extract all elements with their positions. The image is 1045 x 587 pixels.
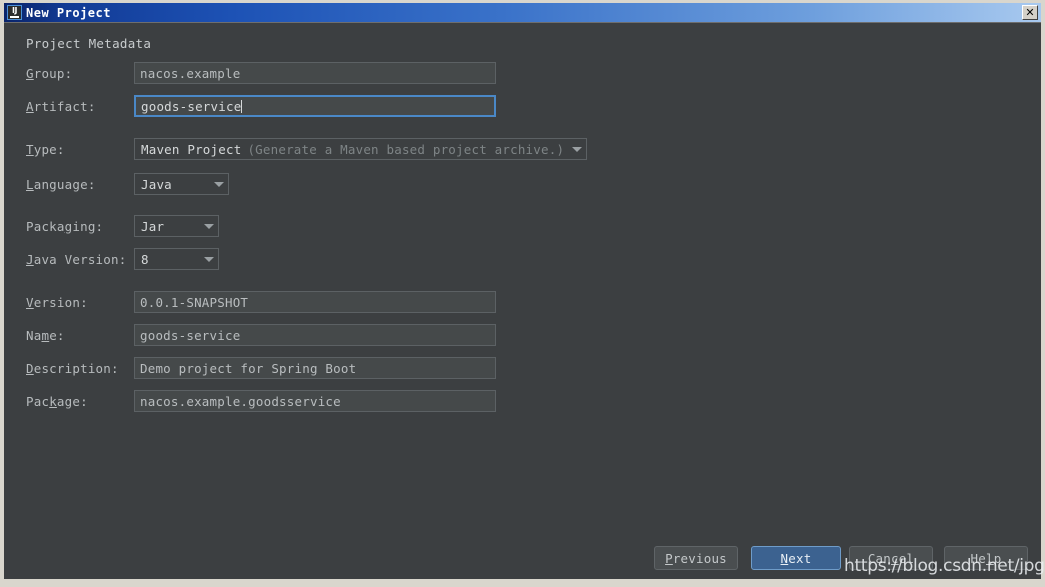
title-bar: IJ New Project ✕: [4, 3, 1041, 22]
label-java-version-mnemonic: J: [26, 251, 34, 267]
description-input[interactable]: Demo project for Spring Boot: [134, 357, 496, 379]
artifact-input-value: goods-service: [141, 98, 242, 114]
help-button-mnemonic: l: [985, 550, 994, 566]
label-package-mnemonic: k: [49, 393, 57, 409]
chevron-down-icon: [214, 181, 224, 187]
previous-button-label: revious: [672, 550, 727, 566]
previous-button-mnemonic: P: [665, 550, 673, 566]
label-artifact-mnemonic: A: [26, 98, 34, 114]
previous-button[interactable]: Previous: [654, 546, 738, 570]
java-version-dropdown-value: 8: [141, 251, 149, 267]
artifact-input[interactable]: goods-service: [134, 95, 496, 117]
dialog-button-bar: Previous Next Can c el He l p: [4, 542, 1041, 579]
label-package-rest: age:: [56, 393, 88, 409]
version-input-value: 0.0.1-SNAPSHOT: [140, 294, 249, 310]
chevron-down-icon: [572, 146, 582, 152]
cancel-button[interactable]: Can c el: [849, 546, 933, 570]
label-language-mnemonic: L: [26, 176, 34, 192]
page-title: Project Metadata: [26, 36, 152, 51]
label-artifact: Artifact:: [26, 99, 134, 114]
type-dropdown-value: Maven Project: [141, 141, 242, 157]
field-row-type: Type: Maven Project (Generate a Maven ba…: [26, 138, 587, 160]
text-caret: [241, 99, 243, 113]
field-row-description: Description: Demo project for Spring Boo…: [26, 357, 496, 379]
field-row-packaging: Packaging: Jar: [26, 215, 219, 237]
field-row-group: Group: nacos.example: [26, 62, 496, 84]
label-version-rest: ersion:: [33, 294, 88, 310]
field-row-package: Package: nacos.example.goodsservice: [26, 390, 496, 412]
intellij-idea-icon-bar: [10, 16, 19, 18]
cancel-button-label: el: [898, 550, 915, 566]
label-packaging-pre: Packa: [26, 218, 65, 234]
description-input-value: Demo project for Spring Boot: [140, 360, 357, 376]
dialog-content-panel: Project Metadata Group: nacos.example Ar…: [4, 22, 1041, 579]
packaging-dropdown[interactable]: Jar: [134, 215, 219, 237]
label-java-version-rest: ava Version:: [33, 251, 127, 267]
version-input[interactable]: 0.0.1-SNAPSHOT: [134, 291, 496, 313]
field-row-artifact: Artifact: goods-service: [26, 95, 496, 117]
language-dropdown[interactable]: Java: [134, 173, 229, 195]
cancel-button-mnemonic: c: [891, 550, 899, 566]
label-packaging: Packaging:: [26, 219, 134, 234]
intellij-idea-icon-letters: IJ: [12, 6, 17, 15]
label-type-rest: ype:: [33, 141, 65, 157]
label-packaging-rest: ing:: [72, 218, 104, 234]
type-dropdown-hint: (Generate a Maven based project archive.…: [247, 141, 565, 157]
packaging-dropdown-value: Jar: [141, 218, 165, 234]
label-group: Group:: [26, 66, 134, 81]
close-icon: ✕: [1025, 6, 1035, 19]
label-name-pre: Na: [26, 327, 42, 343]
label-description-rest: escription:: [33, 360, 119, 376]
window-title: New Project: [26, 5, 111, 20]
package-input-value: nacos.example.goodsservice: [140, 393, 341, 409]
language-dropdown-value: Java: [141, 176, 172, 192]
group-input-value: nacos.example: [140, 65, 241, 81]
chevron-down-icon: [204, 256, 214, 262]
package-input[interactable]: nacos.example.goodsservice: [134, 390, 496, 412]
label-java-version: Java Version:: [26, 252, 134, 267]
new-project-dialog-window: IJ New Project ✕ Project Metadata Group:…: [0, 0, 1045, 587]
chevron-down-icon: [204, 223, 214, 229]
help-button-pre: He: [970, 550, 986, 566]
field-row-version: Version: 0.0.1-SNAPSHOT: [26, 291, 496, 313]
label-group-rest: roup:: [33, 65, 73, 81]
type-dropdown[interactable]: Maven Project (Generate a Maven based pr…: [134, 138, 587, 160]
next-button[interactable]: Next: [751, 546, 841, 570]
label-type-mnemonic: T: [26, 141, 34, 157]
label-language: Language:: [26, 177, 134, 192]
label-version-mnemonic: V: [26, 294, 34, 310]
label-description-mnemonic: D: [26, 360, 34, 376]
intellij-idea-icon: IJ: [7, 5, 22, 20]
field-row-language: Language: Java: [26, 173, 229, 195]
field-row-name: Name: goods-service: [26, 324, 496, 346]
next-button-label: ext: [788, 550, 812, 566]
label-version: Version:: [26, 295, 134, 310]
group-input[interactable]: nacos.example: [134, 62, 496, 84]
label-name-rest: e:: [49, 327, 65, 343]
label-language-rest: anguage:: [33, 176, 96, 192]
help-button-label: p: [993, 550, 1002, 566]
name-input-value: goods-service: [140, 327, 241, 343]
label-name: Name:: [26, 328, 134, 343]
label-package-pre: Pac: [26, 393, 50, 409]
label-type: Type:: [26, 142, 134, 157]
close-button[interactable]: ✕: [1022, 5, 1038, 20]
java-version-dropdown[interactable]: 8: [134, 248, 219, 270]
help-button[interactable]: He l p: [944, 546, 1028, 570]
field-row-java-version: Java Version: 8: [26, 248, 219, 270]
next-button-mnemonic: N: [780, 550, 789, 566]
label-description: Description:: [26, 361, 134, 376]
label-group-mnemonic: G: [26, 65, 34, 81]
label-artifact-rest: rtifact:: [33, 98, 96, 114]
name-input[interactable]: goods-service: [134, 324, 496, 346]
cancel-button-pre: Can: [867, 550, 891, 566]
label-package: Package:: [26, 394, 134, 409]
